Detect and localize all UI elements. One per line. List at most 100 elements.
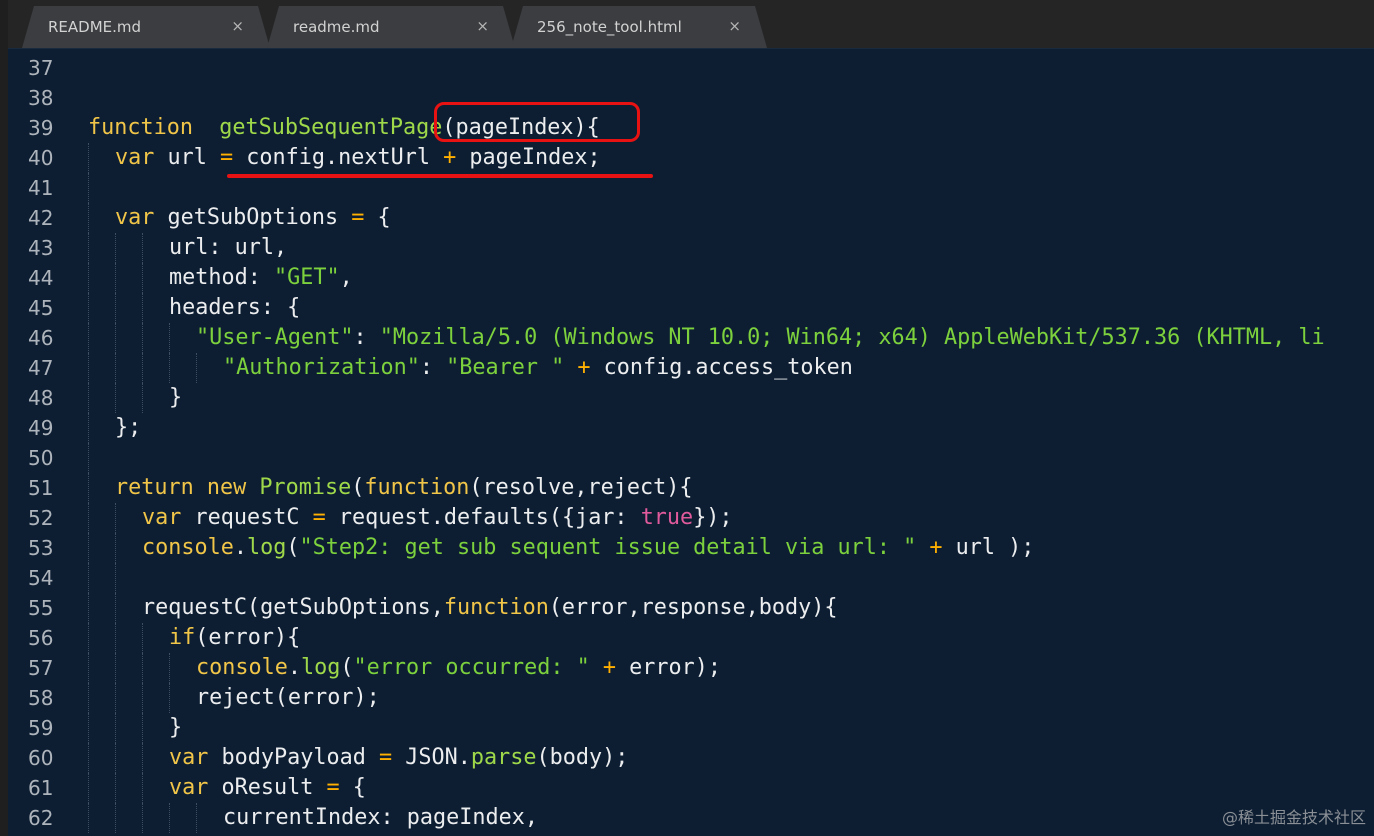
- code-token: var: [115, 205, 155, 230]
- indent-guide: [88, 173, 89, 203]
- indent-guide: [88, 143, 89, 173]
- tab-bar: README.md × readme.md × 256_note_tool.ht…: [0, 0, 1374, 49]
- indent-guide: [115, 773, 116, 803]
- code-line: 55 requestC(getSubOptions,function(error,…: [8, 593, 1374, 623]
- code-token: log: [247, 535, 287, 560]
- indent-guide: [88, 623, 89, 653]
- indent-guide: [142, 773, 143, 803]
- code-token: }: [169, 715, 183, 740]
- code-text: };: [115, 413, 141, 443]
- code-token: (body);: [536, 745, 629, 770]
- code-line: 54: [8, 563, 1374, 593]
- code-token: (error,response,body){: [548, 595, 838, 620]
- indent-guide: [115, 713, 116, 743]
- line-number: 37: [28, 56, 54, 80]
- indent-guide: [88, 293, 89, 323]
- code-token: =: [351, 205, 365, 230]
- code-text: var bodyPayload = JSON.parse(body);: [169, 743, 628, 773]
- indent-guide: [115, 503, 116, 533]
- line-number: 60: [28, 746, 54, 770]
- code-text: if(error){: [169, 623, 300, 653]
- code-token: currentIndex: pageIndex,: [223, 805, 538, 830]
- code-text: console.log("error occurred: " + error);: [196, 653, 721, 683]
- code-token: +: [577, 355, 591, 380]
- tab-label: readme.md: [293, 18, 380, 36]
- code-token: if: [169, 625, 196, 650]
- indent-guide: [88, 533, 89, 563]
- code-token: headers: {: [169, 295, 301, 320]
- indent-guide: [115, 323, 116, 353]
- line-number: 58: [28, 686, 54, 710]
- code-line: 49};: [8, 413, 1374, 443]
- line-number: 39: [28, 116, 54, 140]
- indent-guide: [115, 293, 116, 323]
- code-editor[interactable]: 37 38 39 function getSubSequentPage (pageInd…: [8, 49, 1374, 836]
- code-text: currentIndex: pageIndex,: [223, 803, 538, 833]
- code-text: "User-Agent": "Mozilla/5.0 (Windows NT 1…: [196, 323, 1325, 353]
- code-token: "Bearer ": [446, 355, 565, 380]
- indent-guide: [169, 323, 170, 353]
- code-token: (resolve,reject){: [469, 475, 693, 500]
- line-number: 45: [28, 296, 54, 320]
- code-token: oResult: [208, 775, 327, 800]
- code-token: config.access_token: [590, 355, 853, 380]
- tab-readme-upper[interactable]: README.md ×: [22, 6, 270, 48]
- code-line: 62 currentIndex: pageIndex,: [8, 803, 1374, 833]
- code-token: "Authorization": [223, 355, 420, 380]
- code-token: return: [115, 475, 194, 500]
- code-token: }: [169, 385, 183, 410]
- indent-guide: [88, 713, 89, 743]
- line-number: 54: [28, 566, 54, 590]
- indent-guide: [169, 353, 170, 383]
- code-token: function: [364, 475, 470, 500]
- indent-guide: [142, 293, 143, 323]
- close-icon[interactable]: ×: [231, 17, 244, 35]
- code-token: ,: [339, 265, 353, 290]
- line-number: 41: [28, 176, 54, 200]
- code-line: 48}: [8, 383, 1374, 413]
- code-token: true: [640, 505, 694, 530]
- code-token: "Mozilla/5.0 (Windows NT 10.0; Win64; x6…: [379, 325, 1325, 350]
- code-token: bodyPayload: [208, 745, 379, 770]
- code-token: var: [142, 505, 182, 530]
- window-edge: [0, 0, 8, 836]
- code-token: requestC: [181, 505, 313, 530]
- code-line: 38: [8, 83, 1374, 113]
- indent-guide: [115, 593, 116, 623]
- code-token: console: [196, 655, 288, 680]
- code-text: requestC(getSubOptions,function(error,re…: [142, 593, 838, 623]
- code-text: reject(error);: [196, 683, 380, 713]
- tab-note-tool[interactable]: 256_note_tool.html ×: [511, 6, 767, 48]
- tab-readme-lower[interactable]: readme.md ×: [267, 6, 515, 48]
- line-number: 38: [28, 86, 54, 110]
- code-token: =: [312, 505, 326, 530]
- code-token: error);: [615, 655, 721, 680]
- code-token: =: [220, 145, 234, 170]
- indent-guide: [88, 413, 89, 443]
- indent-guide: [169, 683, 170, 713]
- code-token: +: [929, 535, 943, 560]
- indent-guide: [142, 743, 143, 773]
- line-number: 57: [28, 656, 54, 680]
- code-text: var getSubOptions = {: [115, 203, 391, 233]
- line-number: 42: [28, 206, 54, 230]
- code-line: 58 reject(error);: [8, 683, 1374, 713]
- indent-guide: [142, 353, 143, 383]
- watermark: @稀土掘金技术社区: [1221, 808, 1366, 827]
- close-icon[interactable]: ×: [476, 17, 489, 35]
- code-token: "error occurred: ": [353, 655, 590, 680]
- code-line: 41: [8, 173, 1374, 203]
- line-number: 51: [28, 476, 54, 500]
- code-line: 45 headers: {: [8, 293, 1374, 323]
- code-line: 40 var url = config.nextUrl + pageIndex;: [8, 143, 1374, 173]
- code-text: var url = config.nextUrl + pageIndex;: [115, 143, 601, 173]
- code-token: config.nextUrl: [233, 145, 444, 170]
- indent-guide: [142, 233, 143, 263]
- code-token: :: [419, 355, 447, 380]
- close-icon[interactable]: ×: [728, 17, 741, 35]
- code-text: console.log("Step2: get sub sequent issu…: [142, 533, 1034, 563]
- indent-guide: [88, 443, 89, 473]
